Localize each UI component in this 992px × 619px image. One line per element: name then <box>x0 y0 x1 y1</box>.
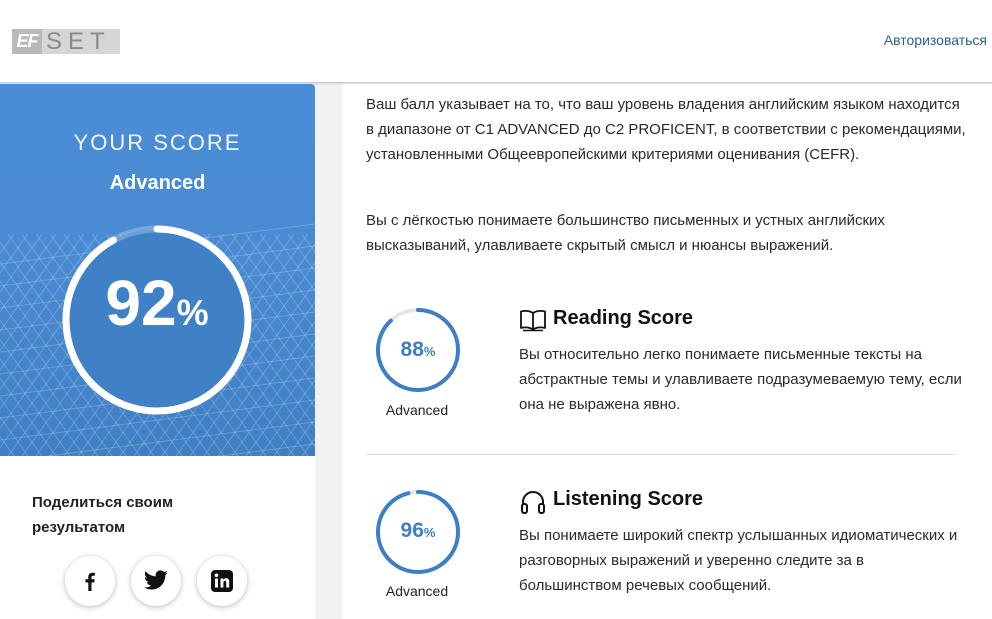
login-link[interactable]: Авторизоваться <box>884 32 987 48</box>
book-icon <box>520 309 546 332</box>
share-twitter-button[interactable] <box>131 556 181 606</box>
reading-score-number: 88 <box>400 338 424 361</box>
logo-set-text: SET <box>42 29 120 54</box>
overall-score-percent-sign: % <box>176 292 209 333</box>
reading-score-description: Вы относительно легко понимаете письменн… <box>519 346 962 413</box>
reading-score-title: Reading Score <box>553 307 694 329</box>
twitter-icon <box>143 570 168 590</box>
share-facebook-button[interactable] <box>65 556 115 606</box>
reading-level: Advanced <box>385 402 449 418</box>
share-panel: Поделиться своим результатом <box>0 456 315 619</box>
logo-ef-mark: EF <box>12 29 42 54</box>
overall-level: Advanced <box>109 172 206 194</box>
facebook-icon <box>85 572 95 591</box>
level-description-paragraph: Вы с лёгкостью понимаете большинство пис… <box>366 212 885 254</box>
score-explanation-paragraph: Ваш балл указывает на то, что ваш уровен… <box>366 96 966 163</box>
overall-score-number: 92 <box>105 267 177 339</box>
score-panel: YOUR SCORE Advanced 92% <box>0 84 315 456</box>
overall-score-value: 92% <box>60 266 254 340</box>
listening-score-description: Вы понимаете широкий спектр услышанных и… <box>519 527 958 594</box>
share-linkedin-button[interactable] <box>197 556 247 606</box>
results-content: Ваш балл указывает на то, что ваш уровен… <box>342 84 992 619</box>
listening-percent-sign: % <box>423 525 436 540</box>
section-divider <box>366 454 957 455</box>
listening-level: Advanced <box>385 583 449 599</box>
reading-score-value: 88% <box>375 338 461 362</box>
linkedin-icon <box>211 570 233 592</box>
reading-percent-sign: % <box>423 344 436 359</box>
headphones-icon <box>521 491 545 514</box>
listening-score-value: 96% <box>375 519 461 543</box>
top-header: EF SET Авторизоваться <box>0 0 992 83</box>
your-score-heading: YOUR SCORE <box>73 130 242 155</box>
listening-score-title: Listening Score <box>553 488 704 510</box>
efset-logo[interactable]: EF SET <box>12 29 120 54</box>
share-title: Поделиться своим результатом <box>32 494 174 536</box>
listening-score-number: 96 <box>400 519 424 542</box>
